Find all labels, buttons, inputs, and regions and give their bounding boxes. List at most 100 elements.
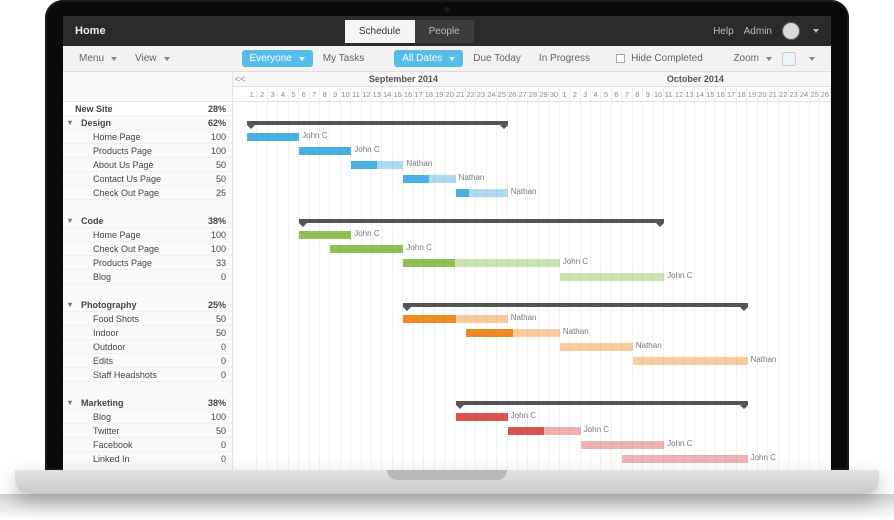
menu-button[interactable]: Menu	[71, 50, 125, 67]
group-bar[interactable]	[456, 401, 748, 405]
task-bar[interactable]	[330, 245, 403, 253]
day-cell: 8	[320, 87, 330, 101]
day-cell: 11	[664, 87, 674, 101]
day-cell: 22	[466, 87, 476, 101]
day-cell: 27	[518, 87, 528, 101]
day-cell: 9	[330, 87, 340, 101]
disclose-icon[interactable]: ▾	[65, 300, 75, 309]
task-bar[interactable]	[247, 133, 299, 141]
task-pct: 100	[200, 146, 226, 156]
task-row[interactable]: Indoor50	[63, 326, 232, 340]
month-header: << September 2014 October 2014	[233, 72, 831, 87]
task-row[interactable]: Products Page100	[63, 144, 232, 158]
task-name: Home Page	[75, 230, 200, 240]
task-row[interactable]: Staff Headshots0	[63, 368, 232, 382]
task-row[interactable]: Blog0	[63, 270, 232, 284]
task-row[interactable]: Twitter50	[63, 424, 232, 438]
prev-month[interactable]: <<	[233, 72, 247, 86]
assignee-label: John C	[563, 257, 588, 266]
group-bar[interactable]	[247, 121, 508, 125]
group-bar[interactable]	[299, 219, 664, 223]
tab-schedule[interactable]: Schedule	[345, 20, 415, 43]
task-bar[interactable]	[622, 455, 747, 463]
task-bar[interactable]	[560, 343, 633, 351]
disclose-icon[interactable]: ▾	[65, 398, 75, 407]
day-cell: 9	[643, 87, 653, 101]
tab-people[interactable]: People	[415, 20, 474, 43]
zoom-option-caret[interactable]	[798, 54, 823, 64]
disclose-icon[interactable]: ▾	[65, 118, 75, 127]
day-cell: 6	[612, 87, 622, 101]
task-bar[interactable]	[581, 441, 664, 449]
group-bar[interactable]	[403, 303, 747, 307]
task-pct: 0	[200, 440, 226, 450]
task-name: Indoor	[75, 328, 200, 338]
assignee-label: Nathan	[636, 341, 662, 350]
group-row[interactable]: ▾Marketing38%	[63, 396, 232, 410]
account-menu-caret[interactable]	[813, 29, 819, 33]
day-cell: 30	[549, 87, 559, 101]
day-cell: 1	[560, 87, 570, 101]
group-row[interactable]: ▾Design62%	[63, 116, 232, 130]
task-bar[interactable]	[351, 161, 403, 169]
assignee-label: John C	[354, 145, 379, 154]
avatar[interactable]	[782, 22, 800, 40]
filter-everyone[interactable]: Everyone	[242, 50, 313, 67]
task-row[interactable]: Outdoor0	[63, 340, 232, 354]
task-bar[interactable]	[633, 357, 748, 365]
task-bar[interactable]	[403, 315, 507, 323]
page-title: Home	[75, 25, 106, 37]
project-row[interactable]: New Site28%	[63, 102, 232, 116]
task-bar[interactable]	[466, 329, 560, 337]
group-row[interactable]: ▾Code38%	[63, 214, 232, 228]
task-bar[interactable]	[299, 231, 351, 239]
task-name: Code	[75, 216, 200, 226]
task-row[interactable]: Check Out Page25	[63, 186, 232, 200]
task-bar[interactable]	[508, 427, 581, 435]
day-cell: 2	[257, 87, 267, 101]
link-admin[interactable]: Admin	[744, 26, 772, 37]
task-pct: 50	[200, 314, 226, 324]
task-bar[interactable]	[299, 147, 351, 155]
day-cell: 12	[362, 87, 372, 101]
link-help[interactable]: Help	[713, 26, 734, 37]
task-name: Contact Us Page	[75, 174, 200, 184]
zoom-button[interactable]: Zoom	[725, 50, 780, 67]
task-name: Twitter	[75, 426, 200, 436]
task-pct: 100	[200, 412, 226, 422]
task-bar[interactable]	[456, 413, 508, 421]
task-row[interactable]: Food Shots50	[63, 312, 232, 326]
hide-completed-label[interactable]: Hide Completed	[627, 50, 711, 67]
task-pct: 38%	[200, 398, 226, 408]
task-row[interactable]: Linked In0	[63, 452, 232, 466]
task-row[interactable]: Edits0	[63, 354, 232, 368]
filter-my-tasks[interactable]: My Tasks	[315, 50, 373, 67]
zoom-option-1[interactable]	[782, 52, 796, 66]
day-cell: 11	[351, 87, 361, 101]
disclose-icon[interactable]: ▾	[65, 216, 75, 225]
task-bar[interactable]	[456, 189, 508, 197]
task-bar[interactable]	[560, 273, 664, 281]
task-row[interactable]: Blog100	[63, 410, 232, 424]
task-row[interactable]: Contact Us Page50	[63, 172, 232, 186]
task-row[interactable]: Facebook0	[63, 438, 232, 452]
assignee-label: John C	[584, 425, 609, 434]
task-row[interactable]: About Us Page50	[63, 158, 232, 172]
task-bar[interactable]	[403, 259, 559, 267]
gantt-area: << September 2014 October 2014 123456789…	[233, 72, 831, 470]
view-button[interactable]: View	[127, 50, 178, 67]
filter-all-dates[interactable]: All Dates	[394, 50, 463, 67]
task-bar[interactable]	[403, 175, 455, 183]
task-row[interactable]: Products Page33	[63, 256, 232, 270]
task-row[interactable]: Home Page100	[63, 228, 232, 242]
group-row[interactable]: ▾Photography25%	[63, 298, 232, 312]
task-pct: 100	[200, 244, 226, 254]
hide-completed-checkbox[interactable]	[616, 54, 625, 63]
assignee-label: John C	[406, 243, 431, 252]
task-row[interactable]: Home Page100	[63, 130, 232, 144]
task-name: Staff Headshots	[75, 370, 200, 380]
filter-in-progress[interactable]: In Progress	[531, 50, 598, 67]
task-row[interactable]: Check Out Page100	[63, 242, 232, 256]
day-cell: 23	[476, 87, 486, 101]
filter-due-today[interactable]: Due Today	[465, 50, 529, 67]
